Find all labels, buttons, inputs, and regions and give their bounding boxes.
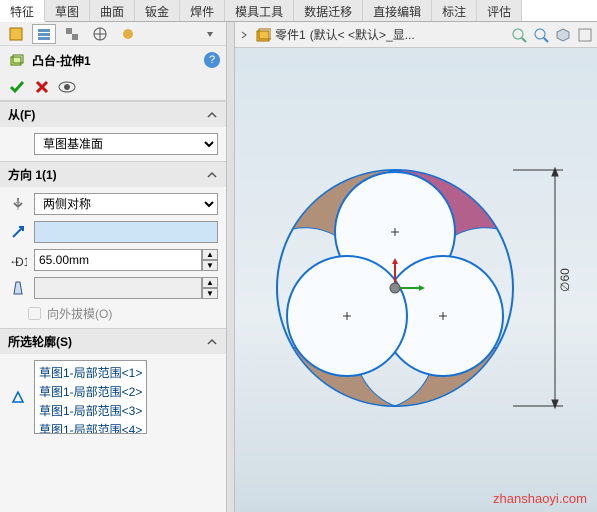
depth-up-button[interactable]: ▲ [202,249,218,260]
ok-button[interactable] [8,78,26,96]
tab-datamigration[interactable]: 数据迁移 [294,0,363,21]
svg-text:D1: D1 [15,255,27,268]
direction-reference-input[interactable] [34,221,218,243]
view-orientation-icon[interactable] [555,27,571,43]
chevron-up-icon [206,169,218,181]
draft-angle-input[interactable] [34,277,202,299]
tab-directedit[interactable]: 直接编辑 [363,0,432,21]
draft-outward-label: 向外拔模(O) [47,305,112,322]
feature-title: 凸台-拉伸1 [32,52,198,69]
tab-evaluate[interactable]: 评估 [477,0,522,21]
depth-input[interactable] [34,249,202,271]
list-item[interactable]: 草图1-局部范围<2> [37,382,144,401]
ribbon-tabs: 特征 草图 曲面 钣金 焊件 模具工具 数据迁移 直接编辑 标注 评估 [0,0,597,22]
list-item[interactable]: 草图1-局部范围<1> [37,363,144,382]
tab-sketch[interactable]: 草图 [45,0,90,21]
feature-header: 凸台-拉伸1 ? [0,46,226,74]
chevron-up-icon [206,336,218,348]
draft-up-button[interactable]: ▲ [202,277,218,288]
draft-icon[interactable] [8,278,28,298]
part-state: (默认< <默认>_显... [310,26,415,43]
part-icon [255,27,271,43]
direction-vector-icon[interactable] [8,222,28,242]
depth-icon: ↔D1 [8,250,28,270]
feature-manager-icon[interactable] [4,24,28,44]
property-manager-icon[interactable] [32,24,56,44]
config-manager-icon[interactable] [60,24,84,44]
breadcrumb-arrow-icon[interactable] [239,30,249,40]
confirm-row [0,74,226,101]
model-canvas[interactable]: ∅60 zhanshaoyi.com [235,48,597,512]
zoom-fit-icon[interactable] [511,27,527,43]
tab-mold[interactable]: 模具工具 [225,0,294,21]
render-manager-icon[interactable] [116,24,140,44]
preview-icon[interactable] [58,80,76,94]
section-from-header[interactable]: 从(F) [0,102,226,127]
section-contour-header[interactable]: 所选轮廓(S) [0,329,226,354]
section-contour: 所选轮廓(S) 草图1-局部范围<1> 草图1-局部范围<2> 草图1-局部范围… [0,328,226,440]
help-icon[interactable]: ? [204,52,220,68]
tab-annotate[interactable]: 标注 [432,0,477,21]
tab-sheetmetal[interactable]: 钣金 [135,0,180,21]
graphics-area[interactable]: 零件1 (默认< <默认>_显... [235,22,597,512]
contour-icon [8,387,28,407]
chevron-up-icon [206,109,218,121]
list-item[interactable]: 草图1-局部范围<3> [37,401,144,420]
dimxpert-icon[interactable] [88,24,112,44]
depth-down-button[interactable]: ▼ [202,260,218,271]
end-condition-select[interactable]: 两侧对称 [34,193,218,215]
draft-down-button[interactable]: ▼ [202,288,218,299]
property-panel: 凸台-拉伸1 ? 从(F) [0,22,235,512]
expand-icon[interactable] [198,24,222,44]
zoom-area-icon[interactable] [533,27,549,43]
dimension-label: ∅60 [558,268,572,292]
draft-outward-checkbox[interactable] [28,307,41,320]
manager-tabs [0,22,226,46]
list-item[interactable]: 草图1-局部范围<4> [37,420,144,434]
display-style-icon[interactable] [577,27,593,43]
tab-surface[interactable]: 曲面 [90,0,135,21]
watermark: zhanshaoyi.com [493,491,587,506]
tab-feature[interactable]: 特征 [0,0,45,22]
extrude-icon [6,50,26,70]
contour-listbox[interactable]: 草图1-局部范围<1> 草图1-局部范围<2> 草图1-局部范围<3> 草图1-… [34,360,147,434]
splitter[interactable] [226,22,234,512]
from-select[interactable]: 草图基准面 [34,133,218,155]
reverse-direction-icon[interactable] [8,194,28,214]
section-direction-header[interactable]: 方向 1(1) [0,162,226,187]
breadcrumb[interactable]: 零件1 (默认< <默认>_显... [255,26,505,43]
part-name: 零件1 [275,26,306,43]
cancel-button[interactable] [34,79,50,95]
section-from: 从(F) 草图基准面 [0,101,226,161]
graphics-toolbar: 零件1 (默认< <默认>_显... [235,22,597,48]
tab-weldment[interactable]: 焊件 [180,0,225,21]
section-direction: 方向 1(1) 两侧对称 [0,161,226,328]
